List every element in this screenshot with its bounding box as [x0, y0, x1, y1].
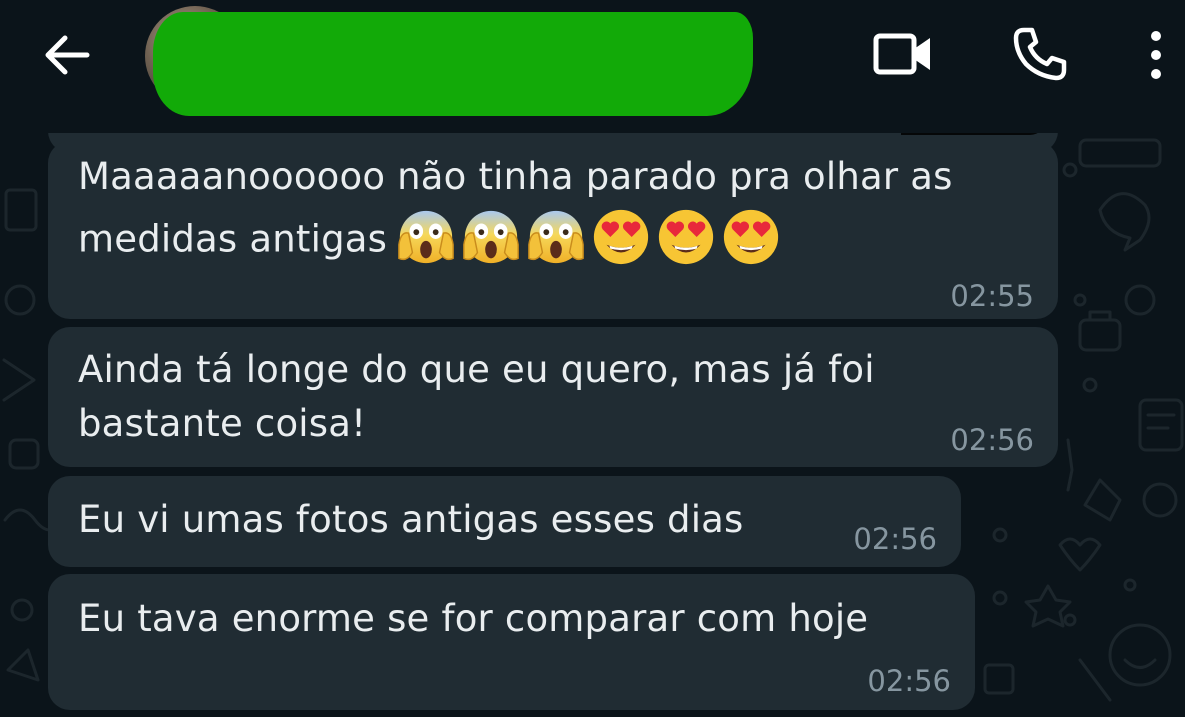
message-bubble[interactable]: Eu vi umas fotos antigas esses dias 02:5…	[48, 476, 961, 567]
smiling-face-with-heart-eyes-emoji	[659, 209, 714, 265]
message-bubble[interactable]: Maaaaanoooooo não tinha parado pra olhar…	[48, 141, 1058, 319]
message-text-line: Eu vi umas fotos antigas esses dias	[78, 498, 744, 541]
chat-screen: Maaaaanoooooo não tinha parado pra olhar…	[0, 0, 1185, 717]
smiling-face-with-heart-eyes-emoji	[724, 209, 779, 265]
message-bubble[interactable]: Ainda tá longe do que eu quero, mas já f…	[48, 327, 1058, 467]
message-timestamp: 02:56	[867, 664, 951, 698]
redacted-contact-name	[153, 12, 753, 116]
chat-header	[0, 0, 1185, 133]
video-camera-icon	[873, 33, 930, 75]
face-screaming-in-fear-emoji	[398, 210, 454, 264]
message-bubble[interactable]: Eu tava enorme se for comparar com hoje …	[48, 574, 975, 710]
message-text-line: medidas antigas	[78, 217, 388, 261]
message-text-line: Ainda tá longe do que eu quero, mas já f…	[78, 348, 875, 391]
face-screaming-in-fear-emoji	[528, 210, 584, 264]
message-text-line: Eu tava enorme se for comparar com hoje	[78, 597, 869, 640]
message-timestamp: 02:56	[853, 522, 937, 556]
message-text-line: bastante coisa!	[78, 402, 367, 445]
face-screaming-in-fear-emoji	[463, 210, 519, 264]
emoji-group	[395, 206, 782, 268]
message-timestamp: 02:56	[950, 423, 1034, 457]
message-list: Maaaaanoooooo não tinha parado pra olhar…	[0, 113, 1185, 717]
more-options-button[interactable]	[1126, 22, 1185, 86]
message-timestamp: 02:55	[950, 279, 1034, 313]
video-call-button[interactable]	[871, 22, 935, 86]
back-button[interactable]	[38, 26, 96, 84]
smiling-face-with-heart-eyes-emoji	[594, 209, 649, 265]
arrow-left-icon	[45, 35, 90, 75]
voice-call-button[interactable]	[1008, 22, 1072, 86]
three-dots-vertical-icon	[1151, 31, 1161, 79]
message-text-line: Maaaaanoooooo não tinha parado pra olhar…	[78, 155, 953, 198]
phone-icon	[1013, 27, 1067, 81]
